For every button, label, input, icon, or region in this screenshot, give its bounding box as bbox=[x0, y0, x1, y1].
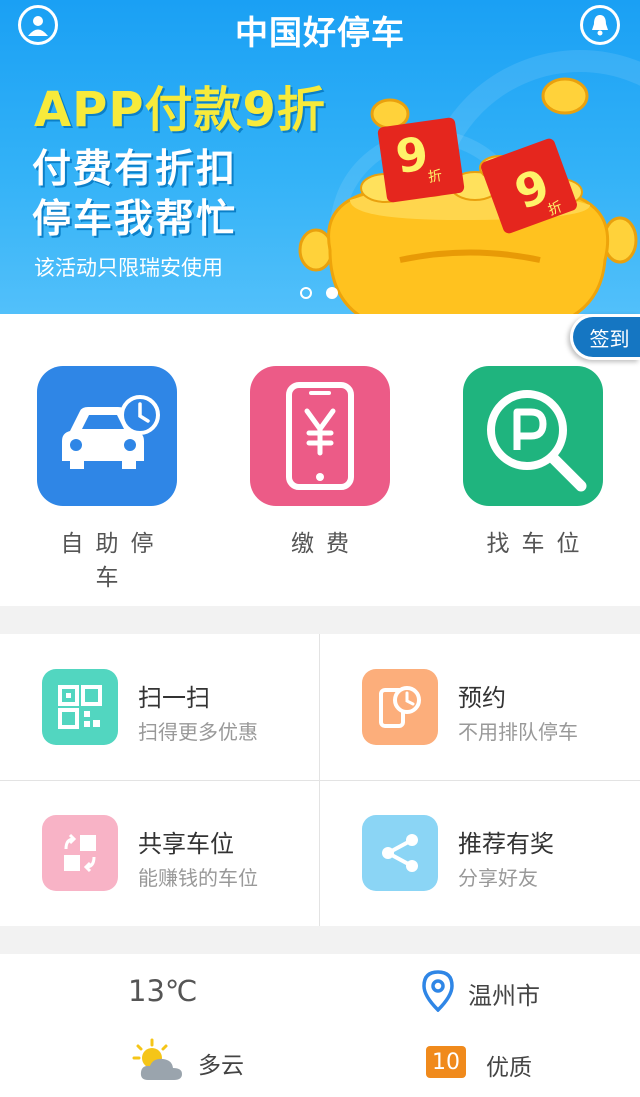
share-swap-icon bbox=[64, 833, 96, 873]
phone-clock-icon bbox=[379, 686, 421, 728]
referral-title: 推荐有奖 bbox=[458, 830, 554, 858]
payment-tile bbox=[250, 366, 390, 506]
phone-yen-icon bbox=[286, 382, 354, 490]
bell-icon bbox=[592, 15, 608, 36]
feature-grid: 扫一扫 扫得更多优惠 预约 不用排队停车 共享车位 能赚钱的车位 推荐有奖 分享… bbox=[0, 634, 640, 926]
shared-spot-subtitle: 能赚钱的车位 bbox=[138, 866, 258, 890]
referral-feature[interactable]: 推荐有奖 分享好友 bbox=[320, 780, 640, 926]
scan-title: 扫一扫 bbox=[138, 684, 210, 712]
referral-subtitle: 分享好友 bbox=[458, 866, 538, 890]
self-parking-tile bbox=[37, 366, 177, 506]
main-actions-panel: 签到 自助停车 缴费 找车位 bbox=[0, 314, 640, 606]
coupon-unit: 折 bbox=[427, 168, 444, 186]
scan-subtitle: 扫得更多优惠 bbox=[138, 720, 258, 744]
shared-spot-icon-tile bbox=[42, 815, 118, 891]
weather-condition: 多云 bbox=[198, 1053, 244, 1079]
car-clock-icon bbox=[62, 395, 160, 469]
share-icon bbox=[382, 834, 418, 872]
find-spot-tile bbox=[463, 366, 603, 506]
weather-panel: 13℃ 温州市 多云 10 优质 bbox=[0, 954, 640, 1097]
self-parking-button[interactable]: 自助停车 bbox=[37, 366, 177, 592]
notification-button[interactable] bbox=[580, 5, 620, 45]
find-spot-button[interactable]: 找车位 bbox=[463, 366, 603, 558]
promo-line-2: 停车我帮忙 bbox=[32, 197, 238, 242]
temperature: 13℃ bbox=[128, 974, 198, 1008]
reservation-icon-tile bbox=[362, 669, 438, 745]
parking-search-icon bbox=[487, 390, 587, 492]
shared-spot-title: 共享车位 bbox=[138, 830, 234, 858]
self-parking-label: 自助停车 bbox=[60, 531, 166, 591]
payment-label: 缴费 bbox=[291, 531, 361, 557]
shared-spot-feature[interactable]: 共享车位 能赚钱的车位 bbox=[0, 780, 320, 926]
promo-line-1: 付费有折扣 bbox=[32, 147, 238, 192]
signin-button[interactable]: 签到 bbox=[570, 314, 640, 360]
promo-headline: APP付款9折 bbox=[34, 82, 326, 138]
promo-note: 该活动只限瑞安使用 bbox=[34, 256, 223, 280]
aqi-value-badge: 10 bbox=[426, 1046, 466, 1078]
scan-feature[interactable]: 扫一扫 扫得更多优惠 bbox=[0, 634, 320, 780]
carousel-dot-active[interactable] bbox=[326, 287, 338, 299]
partly-cloudy-icon bbox=[132, 1038, 182, 1080]
reservation-subtitle: 不用排队停车 bbox=[458, 720, 578, 744]
app-title: 中国好停车 bbox=[235, 13, 405, 52]
referral-icon-tile bbox=[362, 815, 438, 891]
payment-button[interactable]: 缴费 bbox=[250, 366, 390, 558]
scan-icon-tile bbox=[42, 669, 118, 745]
qr-scan-icon bbox=[58, 685, 102, 729]
aqi-label: 优质 bbox=[486, 1055, 532, 1081]
find-spot-label: 找车位 bbox=[486, 531, 592, 557]
location-pin-icon bbox=[422, 970, 454, 1012]
city-name[interactable]: 温州市 bbox=[468, 976, 540, 1011]
promo-banner[interactable]: 9 折 9 折 中国好停车 APP付款9折 付费有折扣 停车我帮忙 该活动只限瑞… bbox=[0, 0, 640, 314]
reservation-title: 预约 bbox=[458, 684, 506, 712]
carousel-dot[interactable] bbox=[300, 287, 312, 299]
reservation-feature[interactable]: 预约 不用排队停车 bbox=[320, 634, 640, 780]
coin-bag-illustration bbox=[298, 77, 638, 314]
